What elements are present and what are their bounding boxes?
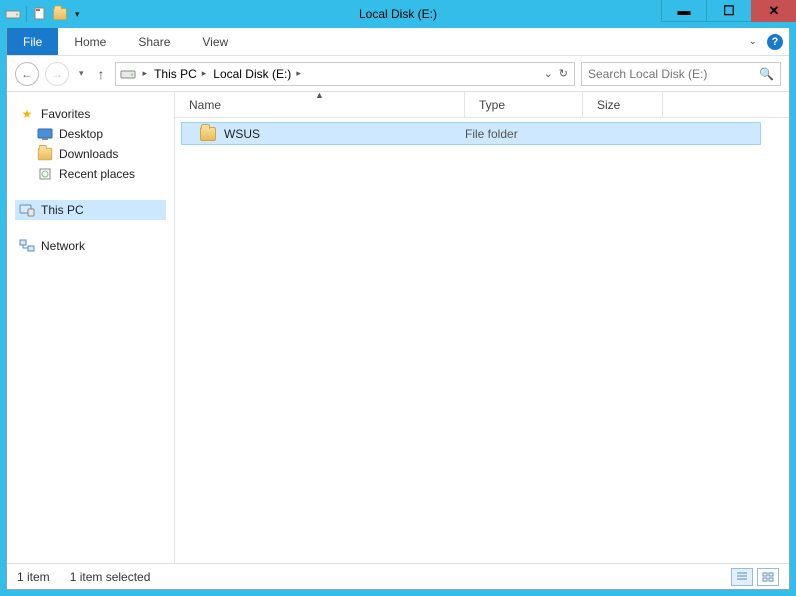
column-header-size[interactable]: Size bbox=[583, 92, 663, 117]
recent-icon bbox=[37, 167, 53, 181]
close-button[interactable]: ✕ bbox=[751, 0, 796, 22]
ribbon-tab-view[interactable]: View bbox=[186, 28, 244, 55]
drive-mini-icon bbox=[4, 5, 22, 23]
view-large-icons-button[interactable] bbox=[757, 568, 779, 586]
navigation-bar: ← → ▾ ↑ ▸ This PC ▸ Local Disk (E:) ▸ ⌄ … bbox=[7, 56, 789, 92]
properties-icon[interactable] bbox=[31, 5, 49, 23]
status-item-count: 1 item bbox=[17, 570, 50, 584]
breadcrumb-item[interactable]: This PC ▸ bbox=[154, 67, 209, 81]
column-headers: Name ▲ Type Size bbox=[175, 92, 789, 118]
sort-ascending-icon: ▲ bbox=[315, 92, 324, 100]
column-header-type[interactable]: Type bbox=[465, 92, 583, 117]
star-icon: ★ bbox=[19, 107, 35, 121]
window-body: File Home Share View ⌄ ? ← → ▾ ↑ ▸ This … bbox=[6, 28, 790, 590]
file-name-cell: WSUS bbox=[182, 127, 465, 141]
navigation-pane: ★ Favorites Desktop Downloads bbox=[7, 92, 175, 563]
navpane-label: Network bbox=[41, 239, 85, 253]
navpane-item-desktop[interactable]: Desktop bbox=[15, 124, 166, 144]
maximize-button[interactable]: ☐ bbox=[706, 0, 751, 22]
search-box[interactable]: 🔍 bbox=[581, 62, 781, 86]
file-rows: WSUS File folder bbox=[175, 118, 789, 563]
pc-icon bbox=[19, 203, 35, 217]
minimize-button[interactable]: ▬ bbox=[661, 0, 706, 22]
ribbon: File Home Share View ⌄ ? bbox=[7, 28, 789, 56]
ribbon-file-tab[interactable]: File bbox=[7, 28, 58, 55]
favorites-header[interactable]: ★ Favorites bbox=[15, 104, 166, 124]
navpane-label: This PC bbox=[41, 203, 84, 217]
navpane-label: Desktop bbox=[59, 127, 103, 141]
navpane-label: Recent places bbox=[59, 167, 135, 181]
file-type-cell: File folder bbox=[465, 127, 583, 141]
network-icon bbox=[19, 239, 35, 253]
network-group: Network bbox=[7, 234, 174, 270]
navpane-item-recent[interactable]: Recent places bbox=[15, 164, 166, 184]
downloads-icon bbox=[37, 147, 53, 161]
back-button[interactable]: ← bbox=[15, 62, 39, 86]
qat-customize-icon[interactable]: ▾ bbox=[71, 9, 84, 20]
window-controls: ▬ ☐ ✕ bbox=[661, 0, 796, 22]
breadcrumb-label: Local Disk (E:) bbox=[213, 67, 291, 81]
file-list-area: Name ▲ Type Size WSUS File folder bbox=[175, 92, 789, 563]
content-area: ★ Favorites Desktop Downloads bbox=[7, 92, 789, 563]
view-details-button[interactable] bbox=[731, 568, 753, 586]
breadcrumb-chevron-icon[interactable]: ▸ bbox=[293, 68, 304, 79]
forward-button[interactable]: → bbox=[45, 62, 69, 86]
up-button[interactable]: ↑ bbox=[94, 66, 109, 82]
breadcrumb-root-chevron-icon[interactable]: ▸ bbox=[140, 68, 151, 79]
search-icon[interactable]: 🔍 bbox=[759, 67, 774, 81]
column-end bbox=[663, 92, 677, 117]
address-history-icon[interactable]: ⌄ bbox=[544, 67, 553, 80]
folder-icon bbox=[200, 127, 216, 141]
refresh-icon[interactable]: ↻ bbox=[559, 67, 568, 80]
address-bar[interactable]: ▸ This PC ▸ Local Disk (E:) ▸ ⌄ ↻ bbox=[115, 62, 575, 86]
column-label: Type bbox=[479, 98, 505, 112]
recent-locations-icon[interactable]: ▾ bbox=[75, 68, 88, 79]
file-row[interactable]: WSUS File folder bbox=[181, 122, 761, 145]
breadcrumb-label: This PC bbox=[154, 67, 197, 81]
breadcrumb-chevron-icon[interactable]: ▸ bbox=[199, 68, 210, 79]
thispc-group: This PC bbox=[7, 198, 174, 234]
ribbon-expand-icon[interactable]: ⌄ bbox=[745, 32, 761, 51]
navpane-item-downloads[interactable]: Downloads bbox=[15, 144, 166, 164]
favorites-label: Favorites bbox=[41, 107, 90, 121]
favorites-group: ★ Favorites Desktop Downloads bbox=[7, 102, 174, 198]
column-label: Size bbox=[597, 98, 620, 112]
breadcrumb-item[interactable]: Local Disk (E:) ▸ bbox=[213, 67, 304, 81]
navpane-label: Downloads bbox=[59, 147, 118, 161]
title-bar: ▾ Local Disk (E:) ▬ ☐ ✕ bbox=[0, 0, 796, 28]
quick-access-toolbar: ▾ bbox=[4, 5, 84, 23]
search-input[interactable] bbox=[588, 67, 759, 81]
navpane-item-thispc[interactable]: This PC bbox=[15, 200, 166, 220]
navpane-item-network[interactable]: Network bbox=[15, 236, 166, 256]
column-header-name[interactable]: Name ▲ bbox=[175, 92, 465, 117]
status-selection: 1 item selected bbox=[70, 570, 151, 584]
new-folder-icon[interactable] bbox=[51, 5, 69, 23]
desktop-icon bbox=[37, 127, 53, 141]
drive-icon bbox=[120, 66, 136, 82]
ribbon-tab-home[interactable]: Home bbox=[58, 28, 122, 55]
qat-separator bbox=[26, 6, 27, 22]
ribbon-tab-share[interactable]: Share bbox=[122, 28, 186, 55]
help-icon[interactable]: ? bbox=[767, 34, 783, 50]
status-bar: 1 item 1 item selected bbox=[7, 563, 789, 589]
file-name: WSUS bbox=[224, 127, 260, 141]
column-label: Name bbox=[189, 98, 221, 112]
